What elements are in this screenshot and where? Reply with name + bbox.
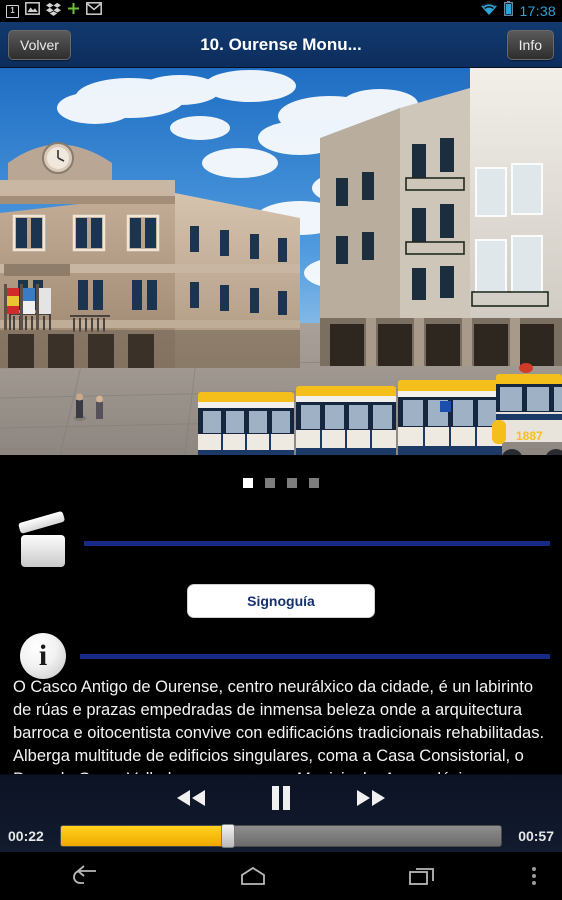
video-section-header <box>0 510 562 574</box>
android-nav-bar <box>0 852 562 900</box>
battery-icon <box>504 1 514 21</box>
carousel-dot-3[interactable] <box>287 477 297 488</box>
plus-icon <box>67 2 80 20</box>
carousel-dot-2[interactable] <box>265 477 275 488</box>
signoguia-button[interactable]: Signoguía <box>187 584 375 618</box>
gmail-icon <box>86 2 102 20</box>
back-nav-icon[interactable] <box>0 865 169 887</box>
info-circle-icon: i <box>20 633 66 679</box>
transport-controls <box>0 775 562 821</box>
page-title: 10. Ourense Monu... <box>200 34 362 54</box>
description-text: O Casco Antigo de Ourense, centro neurál… <box>13 678 545 774</box>
carousel-dot-4[interactable] <box>309 477 319 488</box>
pause-button[interactable] <box>261 783 301 813</box>
video-section-rule <box>84 540 550 546</box>
carousel-dots[interactable] <box>0 455 562 510</box>
forward-button[interactable] <box>351 783 391 813</box>
rewind-button[interactable] <box>171 783 211 813</box>
info-section-header: i <box>0 630 562 682</box>
elapsed-time: 00:22 <box>8 828 44 844</box>
status-bar-notification-icons: 1 <box>6 2 102 21</box>
info-button[interactable]: Info <box>506 29 554 60</box>
back-button[interactable]: Volver <box>8 29 71 60</box>
app-header: Volver 10. Ourense Monu... Info <box>0 22 562 68</box>
seek-row: 00:22 00:57 <box>0 821 562 851</box>
recents-nav-icon[interactable] <box>337 865 506 887</box>
app-screen: 1 17:38 Volver 10. Ourense Monu... Info … <box>0 0 562 900</box>
status-bar-system-icons: 17:38 <box>480 1 556 21</box>
status-bar-clock: 17:38 <box>519 3 556 19</box>
audio-player: 00:22 00:57 <box>0 774 562 852</box>
clapperboard-icon <box>17 510 70 567</box>
info-section-rule <box>80 653 550 659</box>
status-bar: 1 17:38 <box>0 0 562 22</box>
seek-bar[interactable] <box>60 824 502 848</box>
carousel-dot-1[interactable] <box>243 477 253 488</box>
dropbox-icon <box>46 2 61 21</box>
seek-fill <box>61 826 229 846</box>
seek-thumb[interactable] <box>221 824 236 848</box>
signoguia-button-wrap: Signoguía <box>0 584 562 618</box>
train-number: 1887 <box>516 429 543 443</box>
overflow-menu-icon[interactable] <box>506 865 562 887</box>
wifi-icon <box>480 2 498 21</box>
header-right-group: Info <box>506 29 554 60</box>
notification-count-icon: 1 <box>6 4 19 18</box>
gallery-icon <box>25 2 40 20</box>
duration-time: 00:57 <box>518 828 554 844</box>
home-nav-icon[interactable] <box>169 865 338 887</box>
hero-photo[interactable]: 1887 <box>0 68 562 455</box>
